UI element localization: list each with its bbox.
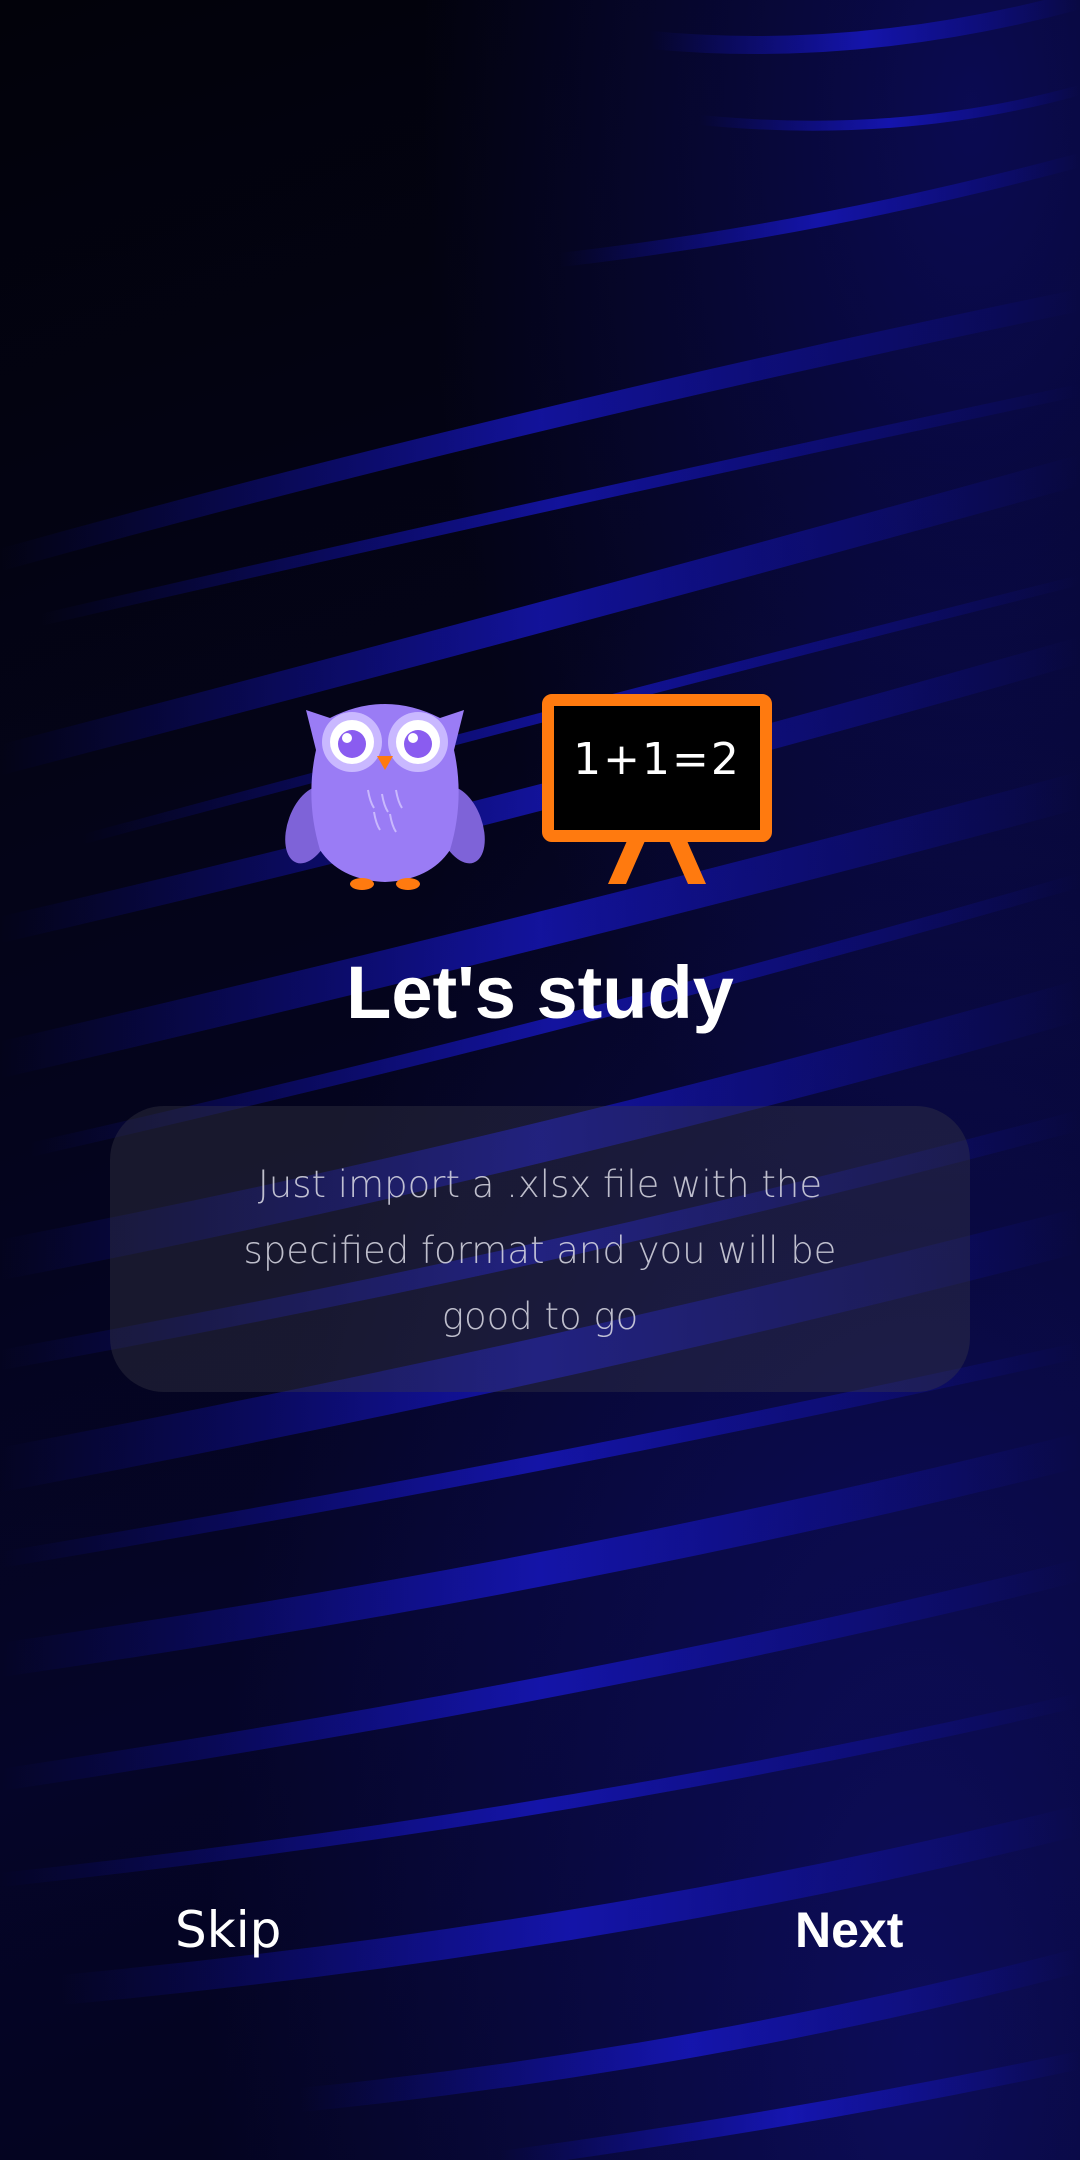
illustration: 1+1=2: [270, 690, 780, 890]
chalkboard-equation: 1+1=2: [573, 734, 741, 785]
page-title: Let's study: [346, 951, 734, 1034]
onboarding-screen: 1+1=2 Let's study Just import a .xlsx fi…: [0, 0, 1080, 2160]
next-button[interactable]: Next: [795, 1895, 903, 1965]
description-card: Just import a .xlsx file with the specif…: [110, 1106, 970, 1392]
skip-button[interactable]: Skip: [175, 1895, 281, 1965]
owl-mascot-icon: [285, 704, 485, 890]
chalkboard-icon: 1+1=2: [542, 694, 772, 886]
chalkboard-graphic: [542, 694, 772, 884]
background-streaks: [0, 0, 1080, 2160]
description-text: Just import a .xlsx file with the specif…: [243, 1163, 837, 1338]
